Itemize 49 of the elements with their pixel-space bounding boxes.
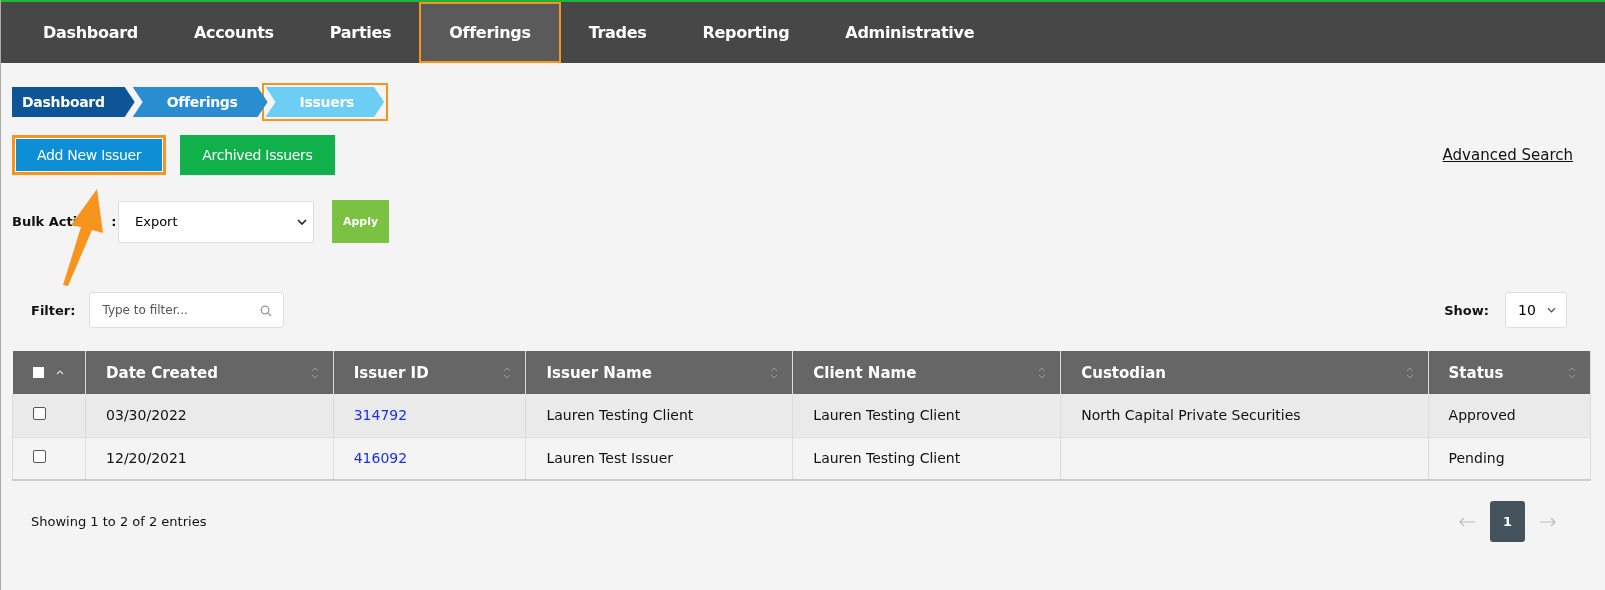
nav-tab[interactable]: Dashboard bbox=[15, 2, 166, 63]
sort-icon bbox=[1405, 365, 1414, 380]
sort-up-icon bbox=[55, 370, 64, 375]
table-cell: 12/20/2021 bbox=[106, 450, 187, 467]
sort-icon bbox=[310, 365, 319, 380]
page-size-dropdown[interactable]: 10 bbox=[1505, 292, 1567, 328]
issuer-id-link[interactable]: 314792 bbox=[353, 407, 408, 424]
column-header[interactable]: Custodian bbox=[1081, 363, 1166, 382]
add-button[interactable]: Add New Issuer bbox=[12, 135, 167, 175]
show-label: Show: bbox=[1444, 302, 1489, 318]
search-icon bbox=[260, 305, 273, 317]
table-cell: Pending bbox=[1448, 450, 1505, 467]
nav-tab[interactable]: Reporting bbox=[674, 2, 818, 63]
column-header[interactable]: Date Created bbox=[106, 363, 218, 382]
entries-summary: Showing 1 to 2 of 2 entries bbox=[31, 514, 207, 529]
nav-tab[interactable]: Accounts bbox=[165, 2, 302, 63]
table-cell: North Capital Private Securities bbox=[1081, 407, 1301, 424]
column-header[interactable]: Issuer ID bbox=[353, 363, 429, 382]
table-cell: Approved bbox=[1448, 407, 1516, 424]
row-checkbox[interactable] bbox=[33, 407, 46, 421]
sort-icon bbox=[1568, 365, 1576, 380]
row-checkbox[interactable] bbox=[33, 450, 46, 464]
issuer-id-link[interactable]: 416092 bbox=[353, 450, 408, 467]
filter-field[interactable]: Type to filter... bbox=[89, 292, 285, 328]
column-header[interactable]: Issuer Name bbox=[546, 363, 652, 382]
bulk-action-dropdown[interactable]: Export bbox=[118, 200, 314, 243]
chevron-down-icon bbox=[1547, 307, 1556, 313]
colon-text: : bbox=[111, 214, 117, 229]
nav-tab[interactable]: Parties bbox=[301, 2, 420, 63]
filter-label: Filter: bbox=[31, 302, 76, 318]
table-cell: Lauren Testing Client bbox=[546, 407, 694, 424]
page-button[interactable]: 1 bbox=[1490, 501, 1525, 542]
sort-icon bbox=[1038, 365, 1047, 380]
nav-tab[interactable]: Administrative bbox=[817, 2, 1003, 63]
sort-icon bbox=[503, 365, 512, 380]
chevron-down-icon bbox=[297, 218, 307, 225]
advanced-search-link[interactable]: Advanced Search bbox=[1442, 146, 1573, 164]
table-cell: Lauren Test Issuer bbox=[546, 450, 674, 467]
breadcrumb-item[interactable]: Offerings bbox=[132, 87, 268, 117]
table-cell: 03/30/2022 bbox=[106, 407, 187, 424]
nav-tab[interactable]: Offerings bbox=[419, 2, 561, 63]
column-header[interactable]: Status bbox=[1448, 363, 1504, 382]
table-cell: Lauren Testing Client bbox=[813, 407, 961, 424]
column-header[interactable]: Client Name bbox=[813, 363, 917, 382]
table-cell: Lauren Testing Client bbox=[813, 450, 961, 467]
sort-icon bbox=[770, 365, 779, 380]
breadcrumb-item[interactable]: Dashboard bbox=[12, 87, 135, 117]
select-all-checkbox[interactable] bbox=[32, 367, 44, 378]
nav-tab[interactable]: Trades bbox=[560, 2, 675, 63]
